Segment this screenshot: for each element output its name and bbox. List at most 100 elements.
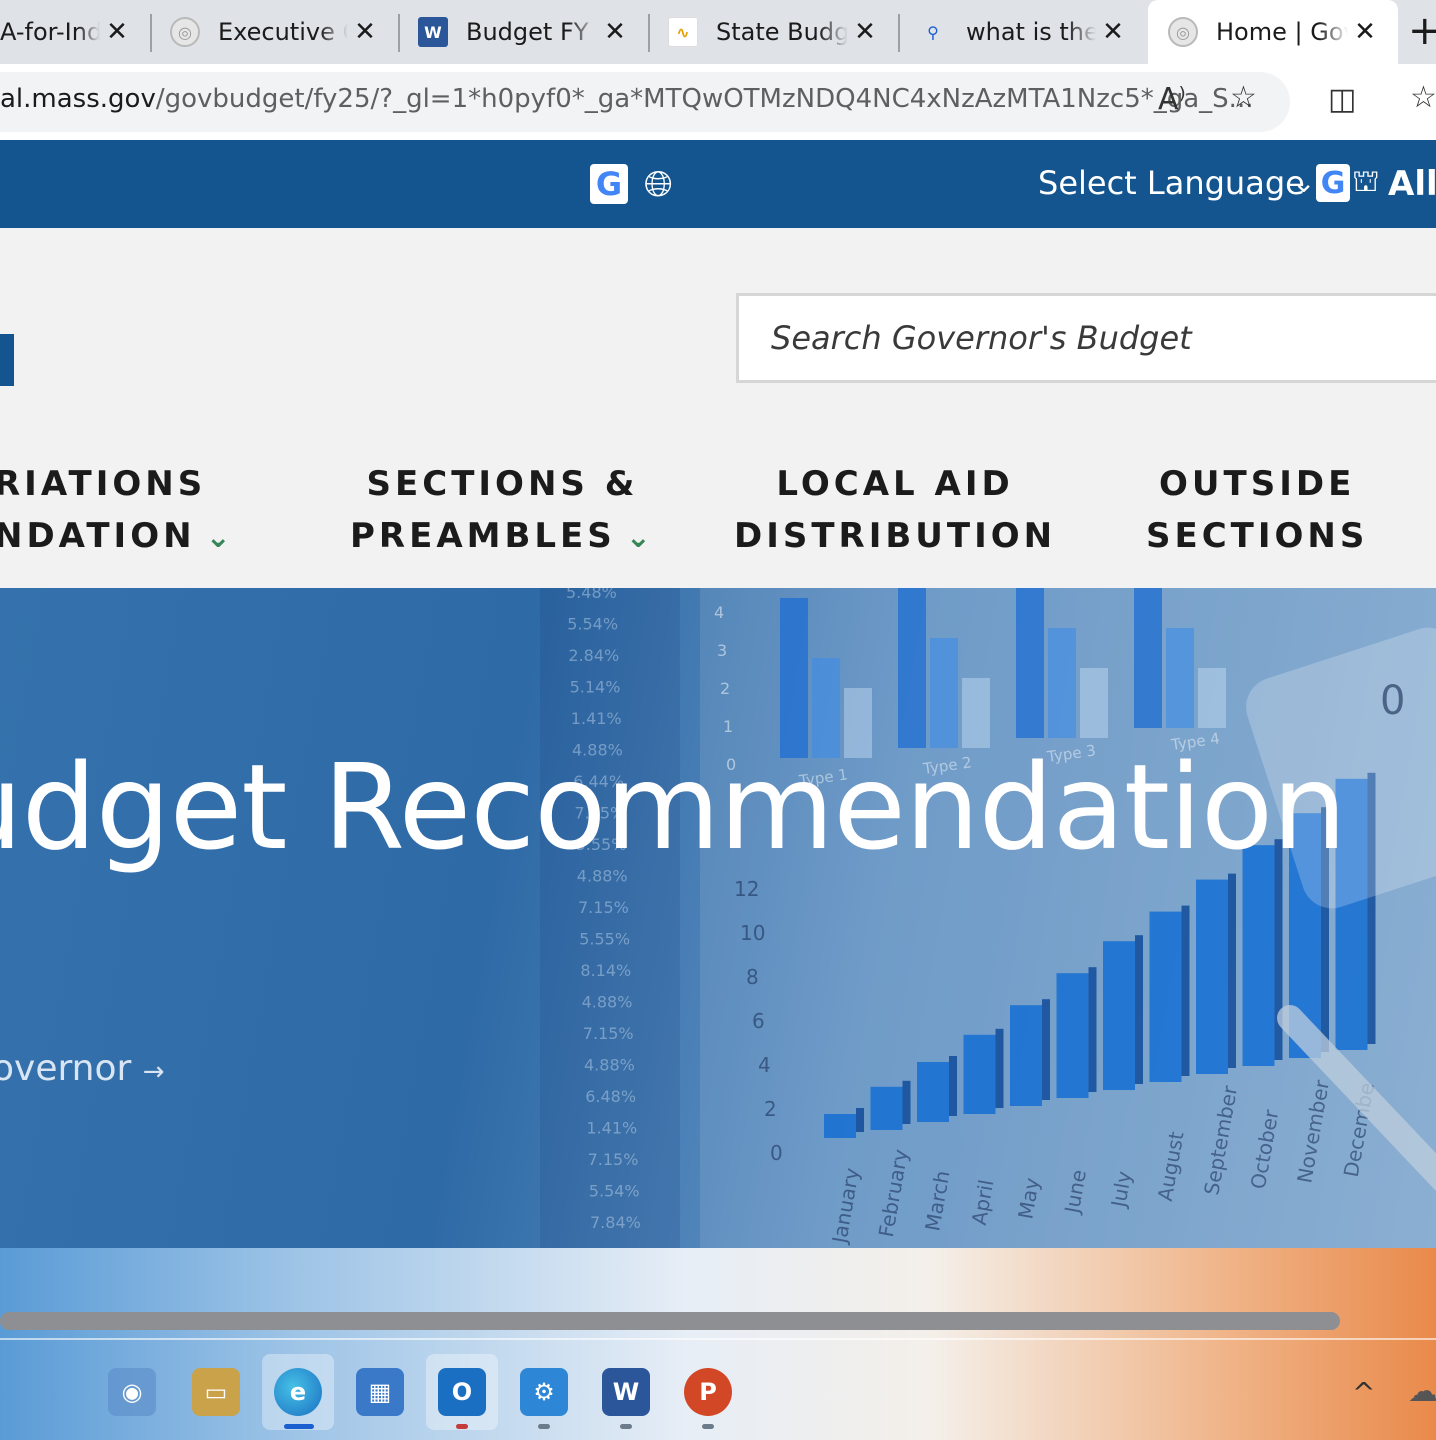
taskbar-indicator (456, 1424, 468, 1429)
close-icon[interactable]: ✕ (598, 15, 632, 49)
url-host: al.mass.gov (0, 84, 156, 114)
hero-background-chart: 5.48%5.54%2.84%5.14%1.41%4.88%6.44%7.15%… (540, 588, 1436, 1248)
nav-sections-preambles[interactable]: SECTIONS & PREAMBLES ⌄ (350, 458, 655, 564)
close-icon[interactable]: ✕ (848, 15, 882, 49)
select-language-dropdown[interactable]: Select Language (1038, 164, 1305, 202)
top-chart-bar (898, 588, 926, 748)
address-bar[interactable]: al.mass.gov/govbudget/fy25/?_gl=1*h0pyf0… (0, 72, 1290, 132)
top-chart-tick-label: 2 (720, 679, 730, 698)
hero-title: udget Recommendation (0, 738, 1347, 876)
percent-label: 1.41% (571, 709, 622, 728)
browser-toolbar: al.mass.gov/govbudget/fy25/?_gl=1*h0pyf0… (0, 64, 1436, 140)
bottom-chart-tick-label: 10 (740, 921, 765, 945)
percent-label: 5.54% (567, 615, 618, 634)
browser-tab[interactable]: ⚲ what is the to ✕ (898, 0, 1146, 64)
nav-local-aid[interactable]: LOCAL AID DISTRIBUTION (734, 458, 1056, 562)
top-chart-bar (780, 598, 808, 758)
month-bar-side (856, 1108, 864, 1132)
month-bar-side (1042, 999, 1050, 1100)
favorites-icon[interactable]: ☆ (1410, 80, 1436, 115)
hero-banner: 5.48% 5.54% 2.84% 5.14% 1.41% 4.88% 6.44% 7.15%… (0, 588, 1436, 1248)
month-bar-side (902, 1080, 911, 1124)
percent-label: 5.48% (566, 588, 617, 602)
globe-icon[interactable]: 🌐︎ (644, 164, 673, 206)
word-icon[interactable]: W (602, 1368, 650, 1416)
chevron-down-icon[interactable]: ⌄ (626, 520, 655, 555)
url-text[interactable]: al.mass.gov/govbudget/fy25/?_gl=1*h0pyf0… (0, 84, 1253, 114)
percent-label: 7.84% (590, 1213, 641, 1232)
file-explorer-icon[interactable]: ▭ (192, 1368, 240, 1416)
split-screen-icon[interactable]: ◫ (1328, 82, 1356, 117)
month-bar-side (1181, 905, 1190, 1076)
word-doc-icon: W (418, 17, 448, 47)
percent-label: 5.55% (579, 930, 630, 949)
top-chart-bar (1198, 668, 1226, 728)
percent-label: 8.14% (580, 961, 631, 980)
month-bar-side (1088, 967, 1097, 1092)
google-translate-icon[interactable]: G (590, 164, 628, 204)
nav-appropriations[interactable]: RIATIONS NDATION ⌄ (0, 458, 235, 564)
state-seal-icon: ◎ (170, 17, 200, 47)
nav-label-line2: PREAMBLES (350, 516, 616, 556)
nav-label-line2: DISTRIBUTION (734, 516, 1057, 556)
bottom-chart-tick-label: 12 (734, 877, 759, 901)
month-bar-side (1135, 935, 1143, 1084)
store-icon[interactable]: ▦ (356, 1368, 404, 1416)
month-bar (1149, 911, 1182, 1082)
all-sites-link[interactable]: All I (1388, 164, 1436, 204)
arrow-right-icon: → (142, 1057, 165, 1087)
browser-tab[interactable]: ∿ State Budget ✕ (648, 0, 898, 64)
governor-link[interactable]: overnor → (0, 1048, 165, 1089)
percent-label: 4.88% (584, 1056, 635, 1075)
close-icon[interactable]: ✕ (100, 15, 134, 49)
month-bar (1242, 845, 1275, 1066)
browser-tab[interactable]: W Budget FY 20 ✕ (398, 0, 648, 64)
bottom-chart-tick-label: 4 (758, 1053, 771, 1077)
month-bar-side (995, 1028, 1004, 1108)
outlook-icon[interactable]: O (438, 1368, 486, 1416)
chevron-down-icon[interactable]: ⌄ (206, 520, 235, 555)
new-tab-icon[interactable]: + (1408, 8, 1436, 54)
search-input[interactable] (736, 293, 1436, 383)
wave-chart-icon: ∿ (668, 17, 698, 47)
capitol-building-icon: ⛫ (1352, 164, 1380, 199)
favorite-star-icon[interactable]: ☆ (1230, 80, 1257, 115)
read-aloud-icon[interactable]: A⁾ (1158, 82, 1186, 117)
browser-tab[interactable]: ◎ Executive Off ✕ (150, 0, 398, 64)
chat-icon[interactable]: ◉ (108, 1368, 156, 1416)
browser-tab-active[interactable]: ◎ Home | Gove ✕ (1148, 0, 1398, 64)
top-chart-tick-label: 1 (723, 717, 733, 736)
taskbar-indicator (620, 1424, 632, 1429)
taskbar-indicator (284, 1424, 314, 1429)
nav-label-line1: LOCAL AID (776, 464, 1014, 504)
month-bar (917, 1062, 949, 1122)
browser-tab[interactable]: A-for-Indiv ✕ (0, 0, 150, 64)
chevron-down-icon[interactable]: ⌄ (1292, 166, 1315, 199)
tab-title: A-for-Indiv (0, 18, 100, 46)
nav-label-line1: SECTIONS & (366, 464, 639, 504)
close-icon[interactable]: ✕ (1348, 15, 1382, 49)
month-bar (824, 1114, 856, 1138)
horizontal-scrollbar[interactable] (0, 1312, 1340, 1330)
percent-label: 6.48% (585, 1087, 636, 1106)
tray-expand-icon[interactable]: ^ (1352, 1376, 1375, 1409)
tab-title: Executive Off (218, 18, 348, 46)
logo-fragment (0, 334, 14, 386)
percent-label: 2.84% (568, 646, 619, 665)
percent-label: 5.14% (570, 678, 621, 697)
settings-icon[interactable]: ⚙ (520, 1368, 568, 1416)
month-bar-side (1228, 873, 1236, 1068)
state-seal-icon: ◎ (1168, 17, 1198, 47)
taskbar-divider (0, 1338, 1436, 1340)
bottom-chart-tick-label: 0 (770, 1141, 783, 1165)
powerpoint-icon[interactable]: P (684, 1368, 732, 1416)
top-chart-tick-label: 4 (714, 603, 724, 622)
edge-icon[interactable]: e (274, 1368, 322, 1416)
top-chart-bar (1080, 668, 1108, 738)
onedrive-cloud-icon[interactable]: ☁ (1408, 1374, 1436, 1409)
tab-title: Home | Gove (1216, 18, 1348, 46)
nav-outside-sections[interactable]: OUTSIDE SECTIONS (1146, 458, 1368, 562)
close-icon[interactable]: ✕ (348, 15, 382, 49)
close-icon[interactable]: ✕ (1096, 15, 1130, 49)
month-bar (1056, 973, 1089, 1098)
